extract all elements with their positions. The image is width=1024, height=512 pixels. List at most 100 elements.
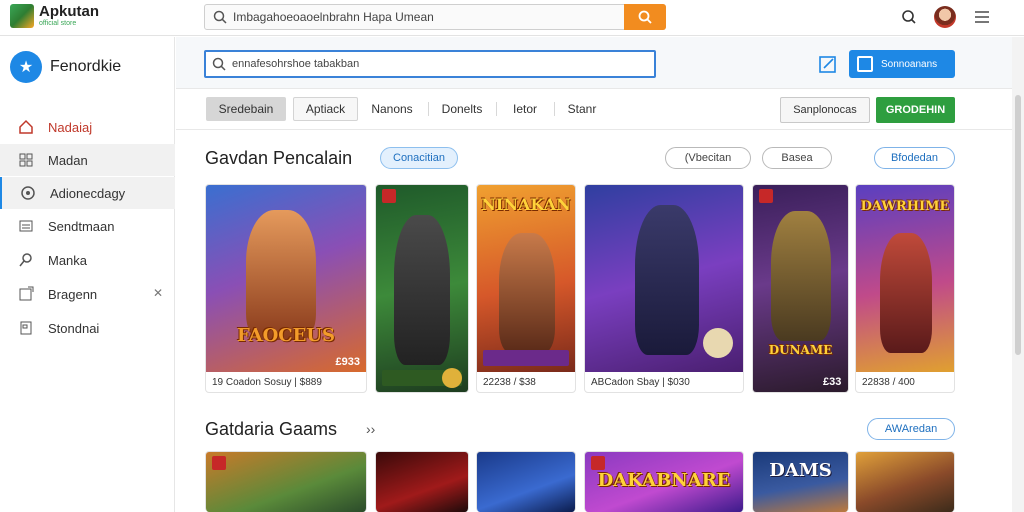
primary-action-label: Sonnoanans (881, 58, 938, 70)
sidebar-item-label: Stondnai (48, 320, 100, 336)
tab-divider (496, 102, 497, 116)
sidebar-item-label: Nadaiaj (48, 119, 93, 135)
game-logo-text: NINAKAN (481, 195, 571, 214)
sidebar-title: Fenordkie (50, 58, 122, 75)
search-icon[interactable] (898, 6, 920, 28)
sub-search (204, 50, 656, 78)
sample-button[interactable]: Sanplonocas (780, 97, 870, 123)
search-button[interactable] (624, 4, 666, 30)
badge-icon (212, 456, 226, 470)
sidebar-item-label: Manka (48, 252, 88, 268)
section-title-category: Gatdaria Gaams (205, 419, 338, 439)
star-icon: ★ (10, 51, 42, 83)
scrollbar[interactable] (1012, 37, 1024, 512)
green-action-button[interactable]: GRODEHIN (876, 97, 955, 123)
scrollbar-thumb[interactable] (1015, 95, 1021, 355)
sidebar-item-stondnai[interactable]: Stondnai (0, 312, 175, 344)
game-artwork: DAWRHIME (856, 185, 954, 372)
price-tag: £933 (335, 356, 360, 368)
primary-action-button[interactable]: Sonnoanans (849, 50, 955, 78)
game-card[interactable]: NINAKAN 22238 / $38 (476, 184, 576, 393)
tab-stanr[interactable]: Stanr (562, 97, 602, 121)
section-action-2[interactable]: Basea (762, 147, 832, 169)
tab-nanons[interactable]: Nanons (366, 97, 418, 121)
search-icon (213, 10, 227, 24)
game-caption: ABCadon Sbay | $030 (591, 377, 690, 388)
close-icon[interactable]: ✕ (153, 286, 163, 300)
game-artwork: NINAKAN (477, 185, 575, 372)
sidebar-item-madan[interactable]: Madan (0, 144, 175, 176)
coin-icon (703, 328, 733, 358)
badge-icon (759, 189, 773, 203)
game-logo-text: FAOCEUS (236, 325, 336, 346)
list-icon (18, 218, 34, 234)
game-card[interactable]: ABCadon Sbay | $030 (584, 184, 744, 393)
tag-icon (18, 286, 34, 302)
game-card[interactable]: DUNAME £33 (752, 184, 849, 393)
badge-icon (382, 189, 396, 203)
section-action-1[interactable]: (Vbecitan (665, 147, 751, 169)
game-card[interactable] (476, 451, 576, 512)
game-caption: 19 Coadon Sosuy | $889 (212, 377, 322, 388)
edit-icon[interactable] (818, 54, 838, 74)
game-artwork: DAMS (753, 452, 848, 512)
app-logo[interactable]: Apkutan official store (10, 4, 99, 28)
game-card[interactable]: DAKABNARE (584, 451, 744, 512)
category-tabs: Sredebain Aptiack Nanons Donelts Ietor S… (176, 90, 1012, 130)
home-icon (18, 119, 34, 135)
search-icon (18, 252, 34, 268)
filter-chip[interactable]: Conacitian (380, 147, 458, 169)
game-caption: 22838 / 400 (862, 377, 915, 388)
tab-sredebain[interactable]: Sredebain (206, 97, 286, 121)
game-logo-text: DUNAME (768, 343, 833, 357)
section-action-view-all[interactable]: AWAredan (867, 418, 955, 440)
tab-divider (428, 102, 429, 116)
logo-icon (10, 4, 34, 28)
tab-aptiack[interactable]: Aptiack (293, 97, 358, 121)
game-artwork (477, 452, 575, 512)
box-icon (857, 56, 873, 72)
sub-search-input[interactable] (232, 56, 632, 72)
game-logo-text: DAKABNARE (597, 470, 731, 491)
sidebar-item-manka[interactable]: Manka (0, 244, 175, 276)
tab-ietor[interactable]: Ietor (504, 97, 546, 121)
game-artwork: FAOCEUS £933 (206, 185, 366, 372)
section-title-featured: Gavdan Pencalain (205, 148, 353, 168)
chevron-right-icon[interactable]: ›› (366, 421, 375, 437)
app-tagline: official store (39, 20, 77, 27)
game-card[interactable] (375, 451, 469, 512)
sidebar-item-label: Sendtmaan (48, 218, 115, 234)
sidebar-item-sendtmaan[interactable]: Sendtmaan (0, 210, 175, 242)
game-card[interactable] (375, 184, 469, 393)
sidebar-header: ★ Fenordkie (10, 51, 121, 83)
game-card[interactable]: DAMS (752, 451, 849, 512)
sidebar-item-label: Madan (48, 152, 88, 168)
global-search-input[interactable] (233, 8, 623, 26)
sidebar-item-bragenn[interactable]: Bragenn ✕ (0, 278, 175, 310)
badge-icon (591, 456, 605, 470)
game-logo-text: DAWRHIME (860, 199, 950, 214)
search-icon (638, 10, 652, 24)
avatar (934, 6, 956, 28)
game-card[interactable]: FAOCEUS £933 19 Coadon Sosuy | $889 (205, 184, 367, 393)
coin-icon (442, 368, 462, 388)
circle-icon (20, 185, 36, 201)
game-card[interactable] (205, 451, 367, 512)
sidebar-item-home[interactable]: Nadaiaj (0, 111, 175, 143)
game-logo-text: DAMS (769, 460, 832, 481)
tab-divider (554, 102, 555, 116)
sidebar-item-adionecdagy[interactable]: Adionecdagy (0, 177, 175, 209)
game-artwork (376, 185, 468, 392)
game-artwork (206, 452, 366, 512)
game-card[interactable]: DAWRHIME 22838 / 400 (855, 184, 955, 393)
global-search (204, 4, 666, 30)
game-artwork (585, 185, 743, 372)
price-tag: £33 (823, 376, 842, 388)
section-action-3[interactable]: Bfodedan (874, 147, 955, 169)
game-card[interactable] (855, 451, 955, 512)
doc-icon (18, 320, 34, 336)
user-avatar[interactable] (934, 6, 956, 28)
tab-donelts[interactable]: Donelts (436, 97, 488, 121)
top-bar: Apkutan official store (0, 0, 1024, 36)
menu-icon[interactable] (971, 6, 993, 28)
